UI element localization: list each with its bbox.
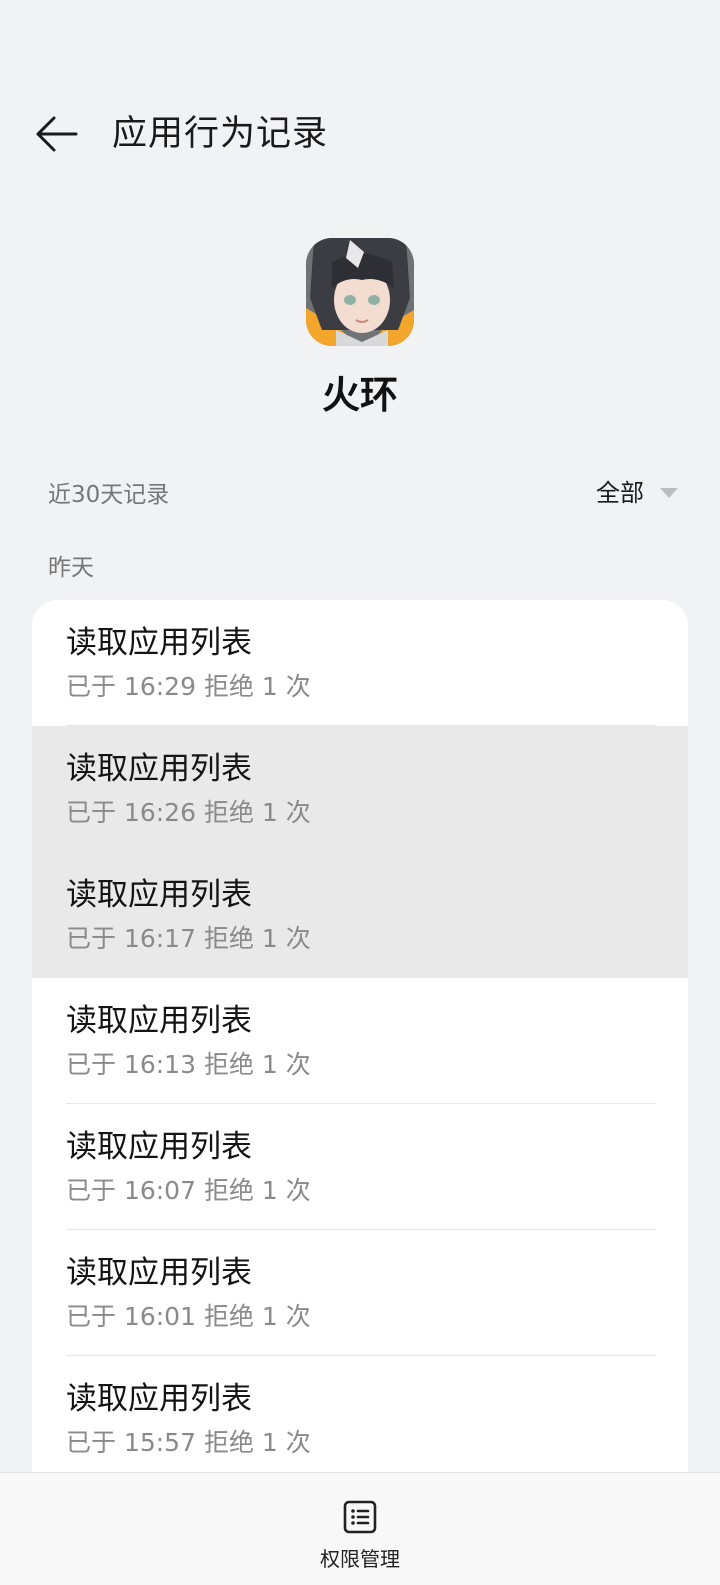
app-bar: 应用行为记录 xyxy=(0,98,720,168)
record-list: 读取应用列表 已于 16:29 拒绝 1 次 读取应用列表 已于 16:26 拒… xyxy=(32,600,688,1480)
list-item[interactable]: 读取应用列表 已于 16:17 拒绝 1 次 xyxy=(32,852,688,978)
record-detail: 已于 16:26 拒绝 1 次 xyxy=(66,798,311,827)
list-item[interactable]: 读取应用列表 已于 15:57 拒绝 1 次 xyxy=(32,1356,688,1480)
record-detail: 已于 16:17 拒绝 1 次 xyxy=(66,924,311,953)
record-title: 读取应用列表 xyxy=(66,625,252,661)
record-detail: 已于 15:57 拒绝 1 次 xyxy=(66,1428,311,1457)
back-button[interactable] xyxy=(28,106,84,162)
arrow-left-icon xyxy=(36,116,78,152)
record-title: 读取应用列表 xyxy=(66,1255,252,1291)
filter-dropdown[interactable]: 全部 xyxy=(596,475,678,511)
app-avatar-icon xyxy=(306,238,414,346)
record-title: 读取应用列表 xyxy=(66,1381,252,1417)
tab-permission-management[interactable]: 权限管理 xyxy=(300,1473,420,1585)
app-icon xyxy=(306,238,414,346)
record-title: 读取应用列表 xyxy=(66,877,252,913)
page-title: 应用行为记录 xyxy=(112,114,329,154)
list-item[interactable]: 读取应用列表 已于 16:13 拒绝 1 次 xyxy=(32,978,688,1104)
list-item[interactable]: 读取应用列表 已于 16:07 拒绝 1 次 xyxy=(32,1104,688,1230)
tab-label: 权限管理 xyxy=(320,1547,400,1571)
permission-list-icon xyxy=(343,1500,377,1534)
list-item[interactable]: 读取应用列表 已于 16:29 拒绝 1 次 xyxy=(32,600,688,726)
record-title: 读取应用列表 xyxy=(66,1129,252,1165)
app-name: 火环 xyxy=(321,373,398,417)
record-detail: 已于 16:07 拒绝 1 次 xyxy=(66,1176,311,1205)
record-detail: 已于 16:29 拒绝 1 次 xyxy=(66,672,311,701)
list-item[interactable]: 读取应用列表 已于 16:01 拒绝 1 次 xyxy=(32,1230,688,1356)
filter-value: 全部 xyxy=(596,479,644,507)
bottom-navigation: 权限管理 xyxy=(0,1472,720,1585)
triangle-down-icon xyxy=(660,488,678,498)
record-detail: 已于 16:01 拒绝 1 次 xyxy=(66,1302,311,1331)
record-title: 读取应用列表 xyxy=(66,751,252,787)
record-detail: 已于 16:13 拒绝 1 次 xyxy=(66,1050,311,1079)
list-item[interactable]: 读取应用列表 已于 16:26 拒绝 1 次 xyxy=(32,726,688,852)
record-title: 读取应用列表 xyxy=(66,1003,252,1039)
record-range-label: 近30天记录 xyxy=(48,482,170,508)
section-day-label: 昨天 xyxy=(48,555,94,581)
